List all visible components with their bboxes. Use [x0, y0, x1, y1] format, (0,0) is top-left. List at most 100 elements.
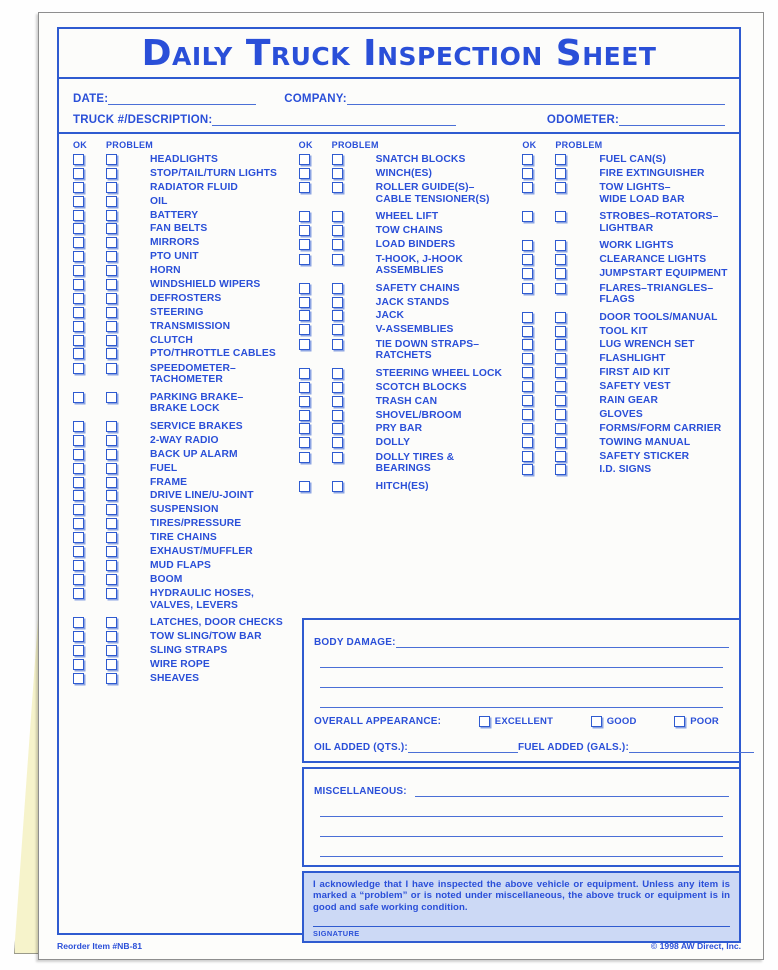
checkbox-ok[interactable]: [73, 588, 84, 600]
checkbox-problem[interactable]: [331, 182, 343, 194]
checkbox-ok[interactable]: [298, 409, 310, 421]
checkbox-problem[interactable]: [106, 265, 117, 277]
checkbox-problem[interactable]: [555, 353, 567, 365]
miscellaneous-input-4[interactable]: [320, 842, 723, 857]
checkbox-problem[interactable]: [106, 617, 117, 629]
checkbox-ok[interactable]: [522, 450, 534, 462]
checkbox-ok[interactable]: [298, 324, 310, 336]
checkbox-problem[interactable]: [555, 154, 567, 165]
checkbox-ok[interactable]: [298, 225, 310, 237]
checkbox-ok[interactable]: [298, 367, 310, 379]
checkbox-ok[interactable]: [522, 436, 534, 448]
checkbox-problem[interactable]: [106, 490, 117, 502]
checkbox-problem[interactable]: [331, 154, 343, 165]
checkbox-problem[interactable]: [106, 434, 117, 446]
checkbox-problem[interactable]: [331, 167, 343, 179]
checkbox-problem[interactable]: [331, 310, 343, 322]
checkbox-ok[interactable]: [73, 420, 84, 432]
checkbox-ok[interactable]: [73, 434, 84, 446]
checkbox-problem[interactable]: [106, 279, 117, 291]
checkbox-problem[interactable]: [106, 237, 117, 249]
checkbox-ok[interactable]: [522, 408, 534, 420]
checkbox-ok[interactable]: [522, 464, 534, 476]
checkbox-problem[interactable]: [106, 476, 117, 488]
checkbox-ok[interactable]: [298, 296, 310, 308]
checkbox-problem[interactable]: [331, 253, 343, 265]
checkbox-ok[interactable]: [522, 422, 534, 434]
checkbox-ok[interactable]: [298, 310, 310, 322]
checkbox-problem[interactable]: [331, 367, 343, 379]
checkbox-problem[interactable]: [106, 559, 117, 571]
checkbox-problem[interactable]: [106, 251, 117, 263]
appearance-option-good[interactable]: GOOD: [590, 715, 637, 727]
checkbox-ok[interactable]: [522, 339, 534, 351]
checkbox-ok[interactable]: [73, 645, 84, 657]
checkbox-ok[interactable]: [298, 239, 310, 251]
checkbox-ok[interactable]: [522, 311, 534, 323]
checkbox-ok[interactable]: [73, 237, 84, 249]
checkbox-ok[interactable]: [73, 292, 84, 304]
oil-added-input[interactable]: [407, 738, 518, 753]
checkbox-ok[interactable]: [522, 211, 534, 223]
fuel-added-input[interactable]: [628, 738, 754, 753]
checkbox-ok[interactable]: [298, 253, 310, 265]
checkbox-ok[interactable]: [73, 518, 84, 530]
checkbox-ok[interactable]: [298, 395, 310, 407]
checkbox-problem[interactable]: [331, 437, 343, 449]
checkbox-ok[interactable]: [298, 381, 310, 393]
checkbox-ok[interactable]: [522, 240, 534, 252]
body-damage-input-1[interactable]: [395, 633, 729, 648]
checkbox-problem[interactable]: [331, 480, 343, 492]
checkbox-problem[interactable]: [555, 339, 567, 351]
checkbox-ok[interactable]: [73, 672, 84, 684]
checkbox-problem[interactable]: [106, 195, 117, 207]
checkbox-problem[interactable]: [331, 211, 343, 223]
checkbox-problem[interactable]: [331, 409, 343, 421]
checkbox-ok[interactable]: [298, 182, 310, 194]
date-input[interactable]: [108, 91, 257, 105]
checkbox-problem[interactable]: [106, 420, 117, 432]
company-input[interactable]: [346, 91, 725, 105]
checkbox-problem[interactable]: [106, 181, 117, 193]
checkbox-problem[interactable]: [106, 320, 117, 332]
checkbox-ok[interactable]: [298, 338, 310, 350]
checkbox-good[interactable]: [590, 715, 602, 727]
checkbox-ok[interactable]: [522, 167, 534, 179]
checkbox-problem[interactable]: [555, 325, 567, 337]
checkbox-problem[interactable]: [106, 631, 117, 643]
checkbox-ok[interactable]: [73, 320, 84, 332]
checkbox-problem[interactable]: [331, 239, 343, 251]
checkbox-problem[interactable]: [555, 167, 567, 179]
checkbox-ok[interactable]: [298, 437, 310, 449]
checkbox-problem[interactable]: [106, 167, 117, 179]
checkbox-ok[interactable]: [73, 181, 84, 193]
checkbox-problem[interactable]: [106, 448, 117, 460]
checkbox-poor[interactable]: [674, 715, 686, 727]
checkbox-ok[interactable]: [522, 282, 534, 294]
checkbox-problem[interactable]: [106, 545, 117, 557]
checkbox-problem[interactable]: [555, 282, 567, 294]
checkbox-ok[interactable]: [73, 658, 84, 670]
checkbox-problem[interactable]: [331, 395, 343, 407]
checkbox-problem[interactable]: [555, 381, 567, 393]
checkbox-problem[interactable]: [106, 391, 117, 403]
checkbox-problem[interactable]: [106, 362, 117, 374]
body-damage-input-4[interactable]: [320, 693, 723, 708]
checkbox-ok[interactable]: [522, 268, 534, 280]
checkbox-ok[interactable]: [298, 211, 310, 223]
checkbox-ok[interactable]: [73, 223, 84, 235]
checkbox-problem[interactable]: [106, 348, 117, 360]
checkbox-problem[interactable]: [331, 282, 343, 294]
miscellaneous-input-2[interactable]: [320, 802, 723, 817]
checkbox-problem[interactable]: [106, 645, 117, 657]
appearance-option-poor[interactable]: POOR: [674, 715, 719, 727]
checkbox-problem[interactable]: [555, 268, 567, 280]
checkbox-ok[interactable]: [73, 532, 84, 544]
checkbox-ok[interactable]: [73, 476, 84, 488]
checkbox-ok[interactable]: [73, 279, 84, 291]
checkbox-problem[interactable]: [555, 436, 567, 448]
checkbox-ok[interactable]: [522, 395, 534, 407]
checkbox-ok[interactable]: [73, 490, 84, 502]
appearance-option-excellent[interactable]: EXCELLENT: [478, 715, 553, 727]
checkbox-problem[interactable]: [555, 464, 567, 476]
